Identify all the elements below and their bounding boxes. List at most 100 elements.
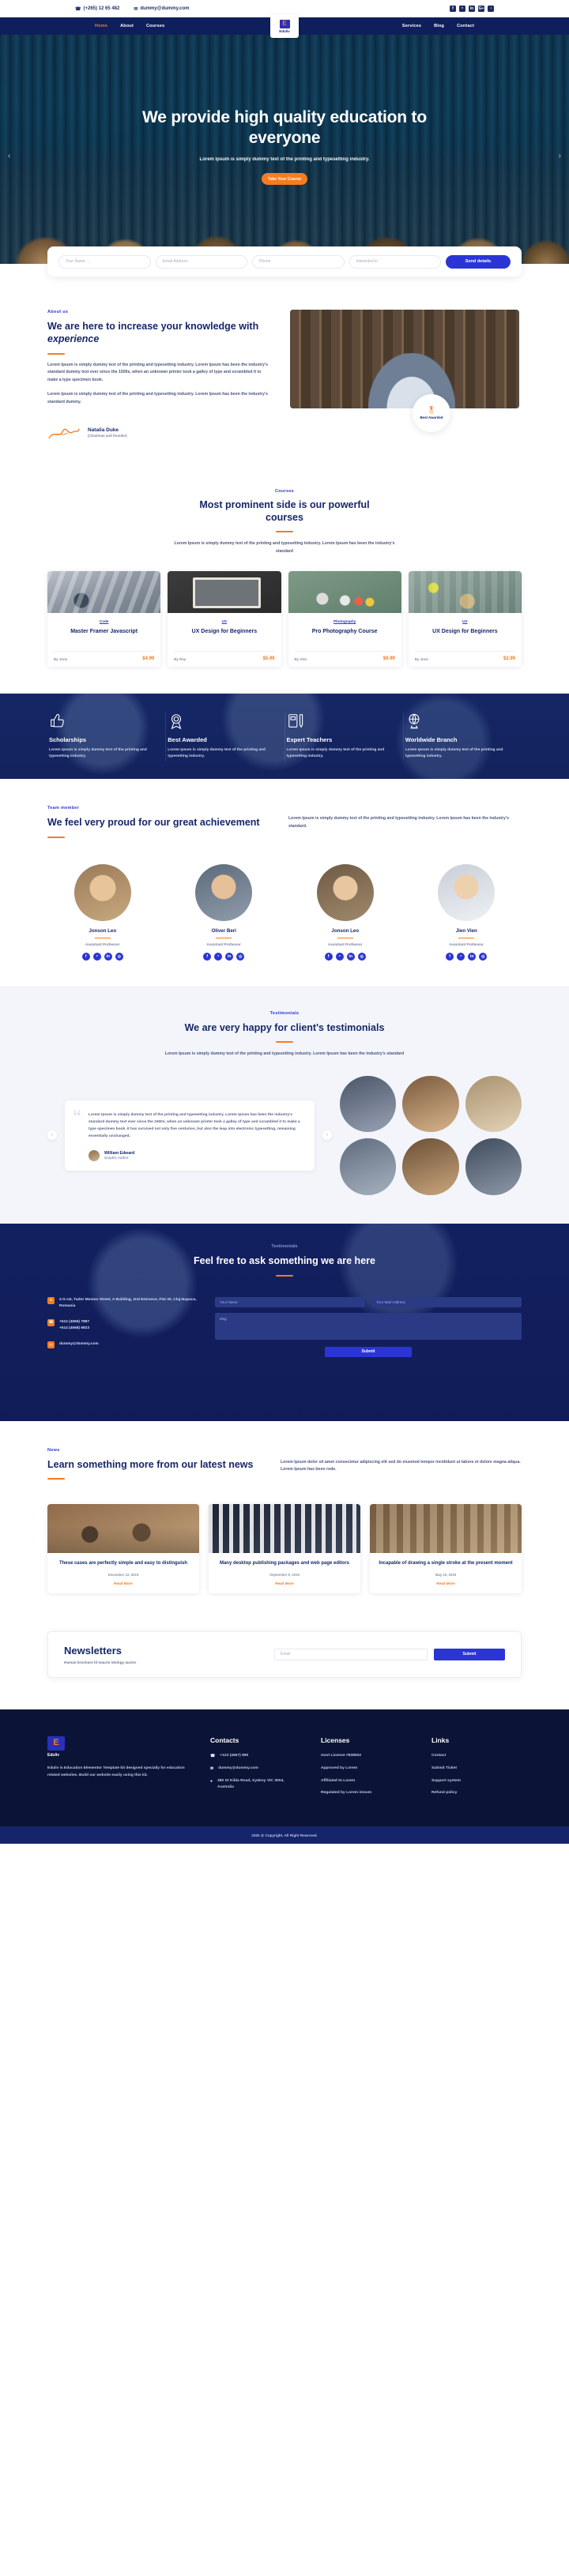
nav-item-services[interactable]: Services <box>402 24 421 28</box>
linkedin-icon[interactable]: in <box>469 6 475 12</box>
courses-description: Lorem Ipsum is simply dummy text of the … <box>174 541 395 554</box>
course-card[interactable]: UX UX Design for Beginners By Jone $2.99 <box>408 571 522 668</box>
news-read-more-link[interactable]: Read More <box>216 1581 353 1585</box>
twitter-icon[interactable]: ᵛ <box>459 6 465 12</box>
nav-item-courses[interactable]: Courses <box>146 24 164 28</box>
nav-item-home[interactable]: Home <box>95 24 107 28</box>
facebook-icon[interactable]: f <box>450 6 456 12</box>
contact-email-input[interactable]: Your Mail Address <box>371 1296 522 1307</box>
instagram-icon[interactable]: ◎ <box>236 953 245 961</box>
top-bar-phone[interactable]: ☎ (+265) 12 65 482 <box>75 6 119 12</box>
contact-message-textarea[interactable]: Msg <box>215 1312 522 1340</box>
course-category[interactable]: Photography <box>295 619 395 623</box>
team-header: Team member We feel very proud for our g… <box>47 806 522 844</box>
linkedin-icon[interactable]: in <box>468 953 477 961</box>
footer-license-item[interactable]: Regulated by Lorem imsum <box>321 1790 411 1796</box>
twitter-icon[interactable]: ᵛ <box>457 953 465 961</box>
client-photo[interactable] <box>402 1076 459 1133</box>
team-member-card[interactable]: Jonson Leo Assistant Professor f ᵛ in ◎ <box>47 863 158 961</box>
footer-logo-icon[interactable]: E <box>47 1736 65 1751</box>
course-author: By Alex <box>294 656 307 661</box>
rss-icon[interactable]: ◔ <box>488 6 494 12</box>
news-card[interactable]: Many desktop publishing packages and web… <box>209 1503 360 1593</box>
linkedin-icon[interactable]: in <box>225 953 234 961</box>
contact-eyebrow: Testimonials <box>271 1243 298 1249</box>
footer-link-item[interactable]: Submit Ticket <box>431 1766 522 1772</box>
testimonial-prev-button[interactable]: ‹ <box>47 1130 57 1141</box>
googleplus-icon[interactable]: G+ <box>478 6 484 12</box>
contact-phone-1: +512 (4565) 7887 <box>59 1319 90 1324</box>
footer-contact-email[interactable]: ✉ dummy@dummy.com <box>210 1766 300 1772</box>
linkedin-icon[interactable]: in <box>104 953 112 961</box>
course-card[interactable]: Code Master Framer Javascript By Jone $4… <box>47 571 161 668</box>
facebook-icon[interactable]: f <box>446 953 454 961</box>
client-photo[interactable] <box>402 1138 459 1195</box>
testimonial-author-role: Graphic Author <box>104 1156 129 1160</box>
team-member-card[interactable]: Jien Vien Assistant Professor f ᵛ in ◎ <box>412 863 522 961</box>
nav-item-about[interactable]: About <box>120 24 134 28</box>
footer-license-item[interactable]: Govt License #938932 <box>321 1753 411 1759</box>
footer-license-item[interactable]: Approved by Lorem <box>321 1766 411 1772</box>
footer-link-item[interactable]: Refund policy <box>431 1790 522 1796</box>
testimonial-next-button[interactable]: › <box>322 1130 332 1141</box>
client-photo[interactable] <box>340 1076 397 1133</box>
news-read-more-link[interactable]: Read More <box>377 1581 514 1585</box>
footer-contact-phone[interactable]: ☎ +123 (4567) 890 <box>210 1753 300 1759</box>
facebook-icon[interactable]: f <box>81 953 90 961</box>
instagram-icon[interactable]: ◎ <box>115 953 123 961</box>
testimonial-quote-card: “ Lorem Ipsum is simply dummy text of th… <box>65 1100 315 1171</box>
nav-item-blog[interactable]: Blog <box>434 24 444 28</box>
hero-prev-arrow[interactable]: ‹ <box>8 152 10 160</box>
facebook-icon[interactable]: f <box>203 953 212 961</box>
footer-link-item[interactable]: Support system <box>431 1778 522 1784</box>
course-author: By Roy <box>174 656 187 661</box>
email-input[interactable]: Email Address <box>155 254 247 269</box>
client-photo[interactable] <box>465 1138 522 1195</box>
course-body: UX UX Design for Beginners By Jone $2.99 <box>409 613 522 667</box>
linkedin-icon[interactable]: in <box>346 953 355 961</box>
news-read-more-link[interactable]: Read More <box>55 1581 192 1585</box>
team-member-card[interactable]: Oliver Beri Assistant Professor f ᵛ in ◎ <box>169 863 280 961</box>
member-role: Assistant Professor <box>328 942 363 947</box>
interest-input[interactable]: Interested in <box>349 254 441 269</box>
send-details-button[interactable]: Send details <box>446 254 511 269</box>
facebook-icon[interactable]: f <box>324 953 333 961</box>
course-price: $4.99 <box>142 656 155 662</box>
newsletter-submit-button[interactable]: Submit <box>434 1648 505 1660</box>
phone-input[interactable]: Phone <box>252 254 345 269</box>
footer-link-item[interactable]: Contact <box>431 1753 522 1759</box>
contact-phone-item[interactable]: ☎ +512 (4565) 7887 +514 (4568) 6923 <box>47 1318 198 1332</box>
news-card[interactable]: These cases are perfectly simple and eas… <box>47 1503 199 1593</box>
twitter-icon[interactable]: ᵛ <box>92 953 101 961</box>
course-card[interactable]: UX UX Design for Beginners By Roy $5.99 <box>168 571 281 668</box>
newsletter-email-input[interactable]: Email <box>274 1648 428 1660</box>
course-category[interactable]: UX <box>174 619 274 623</box>
course-category[interactable]: Code <box>54 619 154 623</box>
member-name: Jonson Leo <box>331 927 360 934</box>
hero-content: We provide high quality education to eve… <box>0 35 569 186</box>
twitter-icon[interactable]: ᵛ <box>214 953 223 961</box>
instagram-icon[interactable]: ◎ <box>357 953 366 961</box>
course-card[interactable]: Photography Pro Photography Course By Al… <box>288 571 401 668</box>
footer-contact-address[interactable]: ● 380 St Kilda Road, Sydeny VIC 3004, Aus… <box>210 1778 300 1791</box>
testimonials-section: Testimonials We are very happy for clien… <box>0 986 569 1224</box>
contact-email-item[interactable]: ✉ dummy@dummy.com <box>47 1341 198 1349</box>
client-photo[interactable] <box>465 1076 522 1133</box>
footer-license-item[interactable]: Affiliated to Lorem <box>321 1778 411 1784</box>
team-member-card[interactable]: Jonson Leo Assistant Professor f ᵛ in ◎ <box>290 863 401 961</box>
site-logo[interactable]: E Eduliv <box>270 14 299 38</box>
hero-cta-button[interactable]: Take Your Course <box>262 173 307 186</box>
name-input[interactable]: Your Name ... <box>58 254 151 269</box>
contact-submit-button[interactable]: Submit <box>325 1346 412 1357</box>
course-category[interactable]: UX <box>415 619 515 623</box>
signature-icon <box>47 424 81 442</box>
instagram-icon[interactable]: ◎ <box>479 953 488 961</box>
nav-item-contact[interactable]: Contact <box>457 24 474 28</box>
twitter-icon[interactable]: ᵛ <box>335 953 344 961</box>
client-photo[interactable] <box>340 1138 397 1195</box>
hero-next-arrow[interactable]: › <box>559 152 561 160</box>
course-title: UX Design for Beginners <box>191 629 258 635</box>
contact-name-input[interactable]: Your Name <box>215 1296 365 1307</box>
top-bar-email[interactable]: ✉ dummy@dummy.com <box>134 6 189 12</box>
news-card[interactable]: Incapable of drawing a single stroke at … <box>370 1503 522 1593</box>
